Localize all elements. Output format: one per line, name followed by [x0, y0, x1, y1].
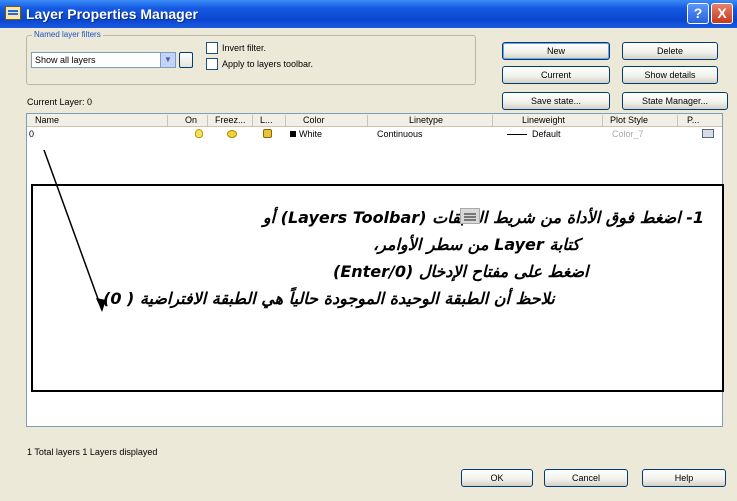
status-bar: 1 Total layers 1 Layers displayed: [27, 447, 158, 457]
cancel-button[interactable]: Cancel: [544, 469, 628, 487]
help-button[interactable]: Help: [642, 469, 726, 487]
annotation-arrow: [43, 149, 106, 312]
ok-button[interactable]: OK: [461, 469, 533, 487]
